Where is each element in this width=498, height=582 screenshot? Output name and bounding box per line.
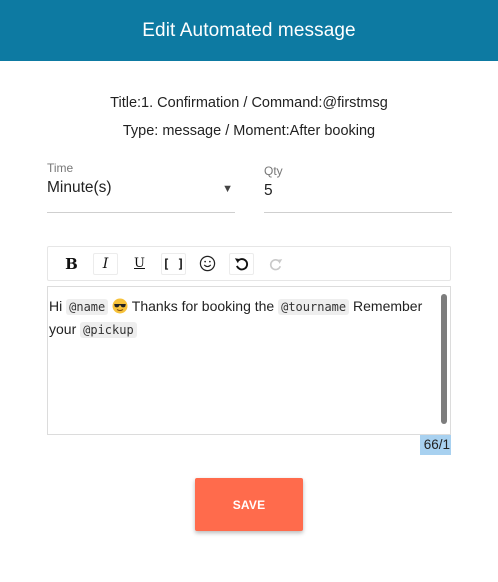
message-type-moment: Type: message / Moment:After booking — [122, 123, 376, 139]
emoji-icon — [199, 255, 216, 272]
qty-value[interactable]: 5 — [264, 182, 452, 200]
message-body[interactable]: Hi @name Thanks for booking the @tournam… — [49, 295, 447, 341]
variable-name: @name — [66, 299, 109, 315]
time-unit-select[interactable]: Time Minute(s) ▼ — [47, 161, 235, 215]
qty-field[interactable]: Qty 5 — [264, 164, 452, 215]
time-label: Time — [47, 161, 74, 175]
time-underline — [47, 212, 235, 213]
text-hi: Hi — [49, 298, 63, 314]
underline-button[interactable]: U — [127, 253, 152, 275]
message-editor[interactable]: Hi @name Thanks for booking the @tournam… — [47, 286, 451, 435]
sunglasses-emoji-icon — [112, 298, 128, 314]
save-button[interactable]: SAVE — [195, 478, 303, 531]
dropdown-caret-icon: ▼ — [222, 183, 233, 195]
time-value: Minute(s) — [47, 179, 112, 196]
qty-label: Qty — [264, 164, 283, 178]
dialog-title: Edit Automated message — [142, 19, 356, 41]
italic-button[interactable]: I — [93, 252, 118, 275]
qty-underline — [264, 212, 452, 213]
bold-button[interactable]: B — [59, 253, 84, 275]
editor-scrollbar[interactable] — [441, 294, 447, 424]
dialog-header: Edit Automated message — [0, 0, 498, 61]
variable-tourname: @tourname — [278, 299, 350, 315]
redo-icon — [269, 258, 282, 270]
undo-button[interactable] — [229, 252, 254, 275]
code-button[interactable]: [ ] — [161, 252, 186, 275]
text-thanks: Thanks for booking the — [131, 298, 275, 314]
message-title-command: Title:1. Confirmation / Command:@firstms… — [110, 95, 388, 111]
character-counter: 66/1 — [420, 435, 451, 455]
undo-icon — [234, 258, 249, 271]
variable-pickup: @pickup — [80, 322, 137, 338]
editor-toolbar: B I U [ ] — [47, 246, 451, 281]
redo-button[interactable] — [263, 253, 288, 275]
save-label: SAVE — [232, 497, 266, 512]
emoji-button[interactable] — [195, 253, 220, 275]
